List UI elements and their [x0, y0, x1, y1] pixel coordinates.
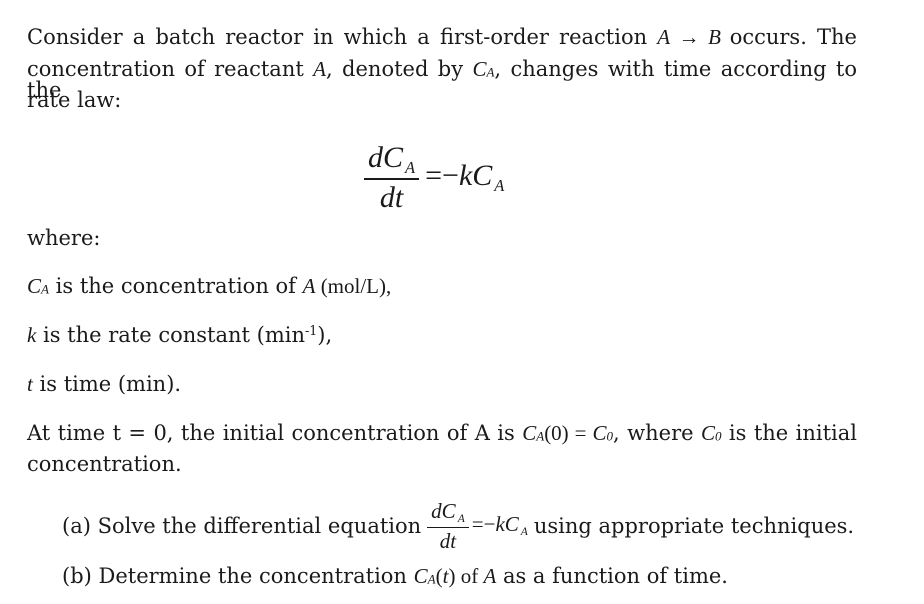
- reaction-expression: A → B: [657, 25, 729, 49]
- definition-text: is time (min).: [32, 372, 182, 396]
- sub: A: [520, 525, 528, 538]
- var-c: C: [522, 421, 537, 445]
- variable-a: A: [302, 274, 316, 298]
- sub: A: [405, 157, 416, 177]
- definition-text: is the concentration of: [48, 274, 303, 298]
- equation-rhs: =−kC A: [471, 511, 528, 539]
- product-b: B: [708, 25, 721, 49]
- intro-text: occurs. The: [729, 25, 857, 49]
- initial-text: At time t = 0, the initial concentration…: [27, 421, 523, 445]
- initial-text: (0) =: [544, 421, 593, 445]
- variable-k: k: [27, 323, 37, 347]
- inline-rate-law-equation: dC A dt =−kC A: [427, 500, 528, 552]
- initial-text: , where: [613, 421, 701, 445]
- where-label: where:: [27, 226, 101, 250]
- c: C: [383, 141, 404, 174]
- derivative-fraction: dC A dt: [427, 500, 469, 552]
- var-c: C: [413, 564, 428, 588]
- fraction-denominator: dt: [379, 180, 404, 214]
- var-c: C: [592, 421, 607, 445]
- intro-line-1: Consider a batch reactor in which a firs…: [27, 27, 857, 48]
- initial-condition-line-1: At time t = 0, the initial concentration…: [27, 423, 857, 444]
- minus-sign: −: [442, 159, 459, 193]
- part-b-text: as a function of time.: [496, 564, 728, 588]
- c: C: [441, 499, 456, 523]
- definition-text: ),: [317, 323, 333, 347]
- rate-law-equation: dC A dt =−kC A: [364, 142, 504, 213]
- equals-sign: =: [471, 511, 484, 536]
- definition-k: k is the rate constant (min-1),: [27, 323, 333, 347]
- variable-c0: C0: [593, 421, 614, 445]
- paren: (: [435, 564, 443, 588]
- variable-ca: CA: [472, 57, 494, 81]
- definition-t: t is time (min).: [27, 374, 181, 395]
- equals-sign: =: [425, 159, 443, 193]
- c: C: [472, 159, 493, 193]
- variable-a: A: [483, 564, 497, 588]
- intro-text: concentration of reactant: [27, 57, 314, 81]
- variable-ca: CA: [522, 421, 544, 445]
- part-b-text: (b) Determine the concentration: [62, 564, 414, 588]
- part-b-text: ) of: [448, 564, 484, 588]
- variable-ca: CA: [414, 564, 436, 588]
- definition-text: is the rate constant (min: [36, 323, 305, 347]
- d: d: [368, 141, 383, 174]
- c: C: [504, 511, 519, 536]
- reactant-a: A: [657, 25, 670, 49]
- fraction-bar: [427, 527, 469, 529]
- var-c: C: [27, 274, 42, 298]
- variable-a: A: [313, 57, 326, 81]
- fraction-numerator: dC A: [364, 142, 419, 176]
- intro-line-3: rate law:: [27, 88, 122, 112]
- variable-c0: C0: [701, 421, 722, 445]
- minus-sign: −: [483, 511, 496, 536]
- var-sub: A: [536, 428, 545, 444]
- intro-text: , denoted by: [326, 57, 473, 81]
- superscript: -1: [305, 323, 318, 339]
- fraction-numerator: dC A: [427, 500, 469, 525]
- fraction-bar: [364, 178, 420, 180]
- question-part-a: (a) Solve the differential equation dC A …: [62, 500, 854, 552]
- definition-unit: (mol/L),: [315, 274, 392, 298]
- part-a-text: using appropriate techniques.: [533, 513, 855, 538]
- intro-text: Consider a batch reactor in which a firs…: [27, 25, 648, 49]
- sub: A: [494, 175, 505, 195]
- derivative-fraction: dC A dt: [364, 142, 420, 214]
- var-c: C: [472, 57, 487, 81]
- question-part-b: (b) Determine the concentration CA(t) of…: [62, 566, 728, 587]
- var-sub: A: [427, 571, 436, 587]
- fraction-denominator: dt: [439, 529, 457, 554]
- document-page: Consider a batch reactor in which a firs…: [0, 0, 924, 604]
- k: k: [458, 159, 473, 193]
- initial-text: is the initial: [721, 421, 857, 445]
- definition-ca: CA is the concentration of A (mol/L),: [27, 276, 391, 297]
- d: d: [431, 499, 442, 523]
- part-a-text: (a) Solve the differential equation: [62, 513, 422, 538]
- intro-line-2: concentration of reactant A, denoted by …: [27, 59, 857, 101]
- var-sub: A: [41, 281, 49, 297]
- sub: A: [457, 513, 465, 526]
- arrow-icon: →: [678, 25, 700, 49]
- initial-condition-line-2: concentration.: [27, 452, 182, 476]
- var-c: C: [700, 421, 715, 445]
- k: k: [495, 511, 505, 536]
- variable-ca: CA: [27, 274, 49, 298]
- equation-rhs: =−kC A: [425, 159, 504, 196]
